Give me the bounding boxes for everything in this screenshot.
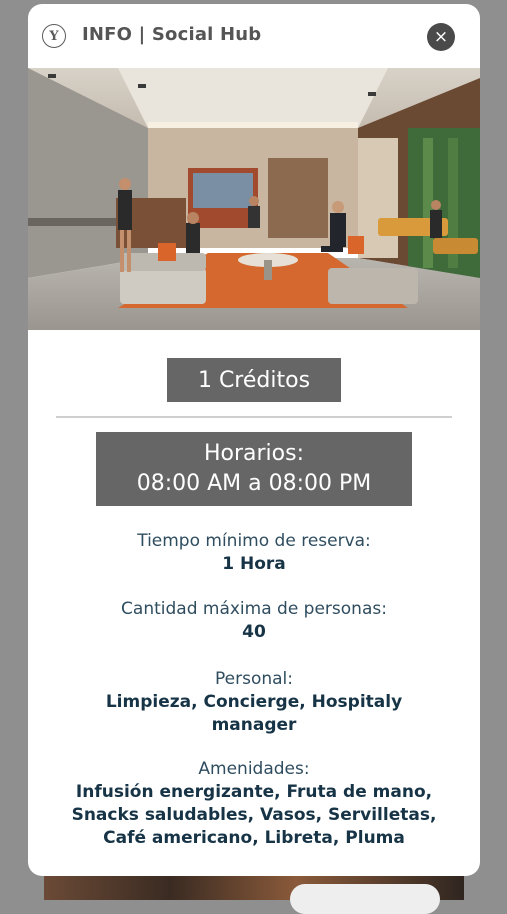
brand-logo-icon: Y	[42, 24, 66, 48]
hours-value: 08:00 AM a 08:00 PM	[136, 471, 372, 496]
min-time-label: Tiempo mínimo de reserva:	[137, 531, 371, 551]
modal-title: INFO | Social Hub	[82, 24, 262, 45]
amenities-section: Amenidades: Infusión energizante, Fruta …	[28, 758, 480, 850]
amenities-value-line-2: Snacks saludables, Vasos, Servilletas,	[71, 805, 437, 825]
max-people-section: Cantidad máxima de personas: 40	[28, 598, 480, 644]
staff-value-line-1: Limpieza, Concierge, Hospitaly	[105, 692, 403, 712]
close-icon[interactable]: ×	[427, 23, 455, 51]
background-button[interactable]	[290, 884, 440, 914]
staff-section: Personal: Limpieza, Concierge, Hospitaly…	[28, 668, 480, 737]
amenities-value-line-3: Café americano, Libreta, Pluma	[103, 828, 405, 848]
amenities-value-line-1: Infusión energizante, Fruta de mano,	[75, 782, 433, 802]
amenities-label: Amenidades:	[198, 759, 310, 779]
divider	[56, 416, 452, 418]
max-people-label: Cantidad máxima de personas:	[121, 599, 387, 619]
min-time-value: 1 Hora	[222, 554, 286, 574]
space-photo	[28, 68, 480, 330]
hours-box: Horarios: 08:00 AM a 08:00 PM	[96, 432, 412, 506]
staff-label: Personal:	[215, 669, 293, 689]
hours-title: Horarios:	[203, 441, 305, 466]
credits-badge: 1 Créditos	[167, 358, 341, 402]
info-modal: Y INFO | Social Hub × 1 Créditos Horario…	[28, 4, 480, 876]
max-people-value: 40	[242, 622, 266, 642]
staff-value-line-2: manager	[211, 715, 297, 735]
min-time-section: Tiempo mínimo de reserva: 1 Hora	[28, 530, 480, 576]
modal-header: Y INFO | Social Hub ×	[28, 4, 480, 68]
